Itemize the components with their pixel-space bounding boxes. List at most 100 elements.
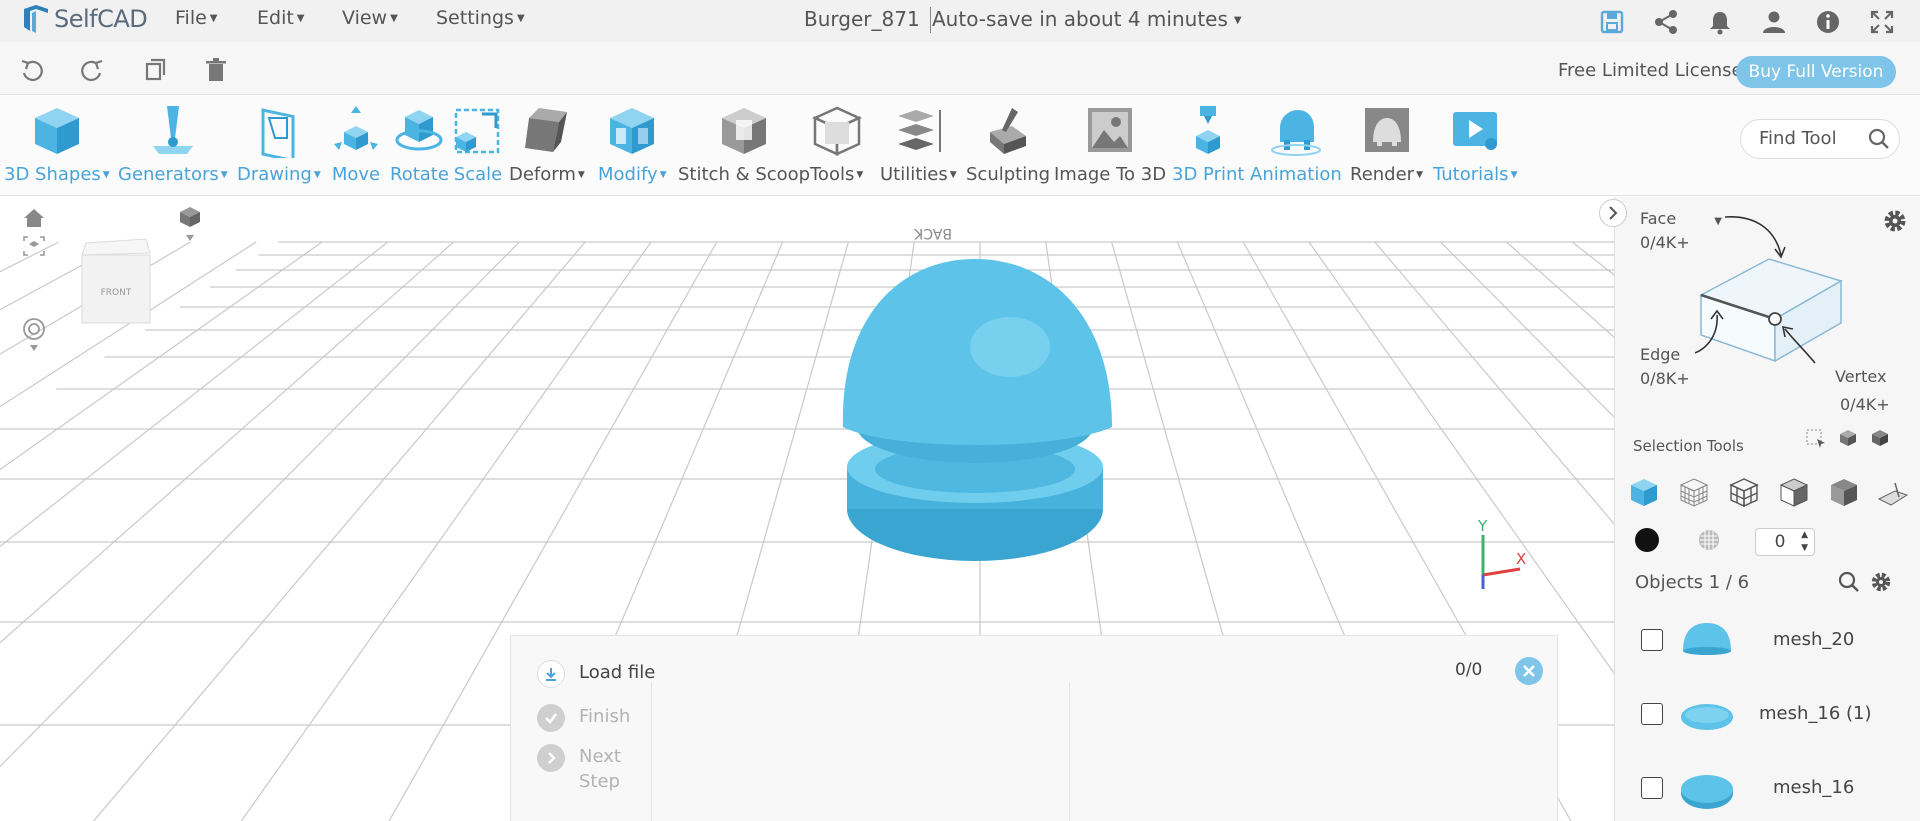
tools-icon [811, 106, 862, 156]
fullscreen-icon[interactable] [1868, 8, 1896, 36]
grid-back-label: BACK [913, 225, 952, 241]
select-all-icon[interactable] [1869, 427, 1891, 449]
color-picker[interactable] [1635, 528, 1659, 552]
caret-down-icon: ▼ [1233, 15, 1242, 26]
object-checkbox[interactable] [1641, 703, 1663, 725]
search-icon[interactable] [1867, 127, 1891, 151]
burger-model[interactable] [842, 259, 1112, 561]
user-icon[interactable] [1760, 8, 1788, 36]
object-thumbnail [1681, 704, 1733, 730]
tool-3d-shapes[interactable]: 3D Shapes ▼ [4, 96, 110, 196]
right-panel: Face ▼ 0/4K+ Edge 0/8K+ Vertex 0/4K+ Sele… [1599, 197, 1920, 821]
redo-icon[interactable] [78, 56, 106, 84]
solid-cube-icon[interactable] [1627, 475, 1661, 509]
menu-file[interactable]: File ▼ [175, 7, 218, 29]
tool-move[interactable]: Move [330, 96, 382, 196]
caret-down-icon: ▼ [516, 13, 525, 24]
scale-icon [454, 108, 500, 154]
image-to-3d-icon [1088, 108, 1133, 152]
axis-gizmo: Y X [1477, 517, 1526, 589]
share-icon[interactable] [1652, 8, 1680, 36]
rotate-icon [395, 110, 443, 151]
tool-animation[interactable]: Animation [1250, 96, 1342, 196]
caret-down-icon: ▼ [659, 170, 667, 180]
stepper-down-icon[interactable]: ▼ [1801, 543, 1808, 553]
selfcad-logo-icon [24, 5, 48, 33]
home-icon[interactable] [22, 207, 46, 229]
tutorials-icon [1453, 112, 1498, 150]
collapse-panel-button[interactable] [1599, 199, 1627, 227]
frame-selection-icon[interactable] [22, 235, 46, 257]
step-next[interactable]: Next Step [537, 744, 659, 794]
plane-icon[interactable] [1875, 477, 1909, 511]
camera-view-icon[interactable] [176, 203, 204, 243]
download-icon [537, 660, 565, 688]
save-icon[interactable] [1598, 8, 1626, 36]
texture-icon[interactable] [1697, 528, 1721, 552]
select-box-icon[interactable] [1805, 427, 1827, 449]
tool-generators[interactable]: Generators ▼ [118, 96, 228, 196]
svg-text:Y: Y [1477, 517, 1488, 535]
edge-label[interactable]: Edge [1640, 345, 1680, 364]
close-panel-button[interactable] [1515, 657, 1543, 685]
delete-icon[interactable] [202, 56, 230, 84]
find-tool-search[interactable] [1740, 119, 1900, 159]
step-load-file[interactable]: Load file [537, 660, 659, 688]
tool-scale[interactable]: Scale [452, 96, 504, 196]
menu-settings[interactable]: Settings ▼ [436, 7, 525, 29]
tool-tools[interactable]: Tools ▼ [810, 96, 863, 196]
step-finish[interactable]: Finish [537, 704, 659, 732]
search-icon[interactable] [1837, 570, 1861, 594]
tool-utilities[interactable]: Utilities ▼ [880, 96, 957, 196]
edit-bar: Free Limited License Buy Full Version [0, 42, 1920, 95]
menu-edit[interactable]: Edit ▼ [257, 7, 305, 29]
gear-icon[interactable] [1869, 570, 1893, 594]
tool-tutorials[interactable]: Tutorials ▼ [1433, 96, 1517, 196]
copy-icon[interactable] [140, 56, 168, 84]
object-row[interactable]: mesh_16 [1615, 755, 1920, 821]
tool-rotate[interactable]: Rotate [390, 96, 449, 196]
undo-icon[interactable] [18, 56, 46, 84]
select-object-icon[interactable] [1837, 427, 1859, 449]
check-icon [537, 704, 565, 732]
shaded-cube-icon[interactable] [1777, 475, 1811, 509]
object-row[interactable]: mesh_16 (1) [1615, 681, 1920, 755]
menu-view[interactable]: View ▼ [342, 7, 398, 29]
numeric-stepper[interactable]: ▲ ▼ [1755, 528, 1815, 556]
info-icon[interactable] [1814, 8, 1842, 36]
object-checkbox[interactable] [1641, 777, 1663, 799]
view-cube-front-label: FRONT [101, 288, 132, 298]
generator-icon [152, 106, 193, 154]
xray-cube-icon[interactable] [1827, 475, 1861, 509]
document-title[interactable]: Burger_871 [804, 7, 931, 33]
buy-full-version-button[interactable]: Buy Full Version [1736, 56, 1896, 88]
tool-3d-print[interactable]: 3D Print [1172, 96, 1244, 196]
vertex-label[interactable]: Vertex [1835, 367, 1886, 386]
move-icon [334, 106, 378, 150]
stitch-scoop-icon [722, 108, 767, 154]
tool-modify[interactable]: Modify ▼ [598, 96, 667, 196]
tool-stitch-scoop[interactable]: Stitch & Scoop [678, 96, 810, 196]
tool-render[interactable]: Render ▼ [1350, 96, 1423, 196]
object-checkbox[interactable] [1641, 629, 1663, 651]
tool-deform[interactable]: Deform ▼ [509, 96, 585, 196]
object-row[interactable]: mesh_20 [1615, 607, 1920, 681]
step-counter: 0/0 [1455, 660, 1483, 680]
app-logo[interactable]: SelfCAD [20, 0, 148, 38]
tool-image-to-3d[interactable]: Image To 3D [1054, 96, 1166, 196]
bell-icon[interactable] [1706, 8, 1734, 36]
animation-icon [1270, 110, 1321, 156]
edge-count: 0/8K+ [1640, 369, 1690, 388]
view-cube[interactable]: FRONT [76, 233, 156, 327]
3d-viewport[interactable]: BACK Y X FRONT Load file Finish Next Ste… [0, 197, 1614, 821]
tool-drawing[interactable]: Drawing ▼ [237, 96, 321, 196]
selection-mode-diagram[interactable] [1695, 215, 1915, 365]
numeric-stepper-input[interactable] [1762, 532, 1798, 552]
stepper-up-icon[interactable]: ▲ [1801, 530, 1808, 540]
wireframe-cube-icon[interactable] [1677, 475, 1711, 509]
orbit-target-icon[interactable] [20, 317, 48, 353]
autosave-dropdown[interactable]: Auto-save in about 4 minutes ▼ [932, 7, 1242, 31]
tool-sculpting[interactable]: Sculpting [966, 96, 1050, 196]
find-tool-input[interactable] [1759, 128, 1859, 149]
grid-cube-icon[interactable] [1727, 475, 1761, 509]
